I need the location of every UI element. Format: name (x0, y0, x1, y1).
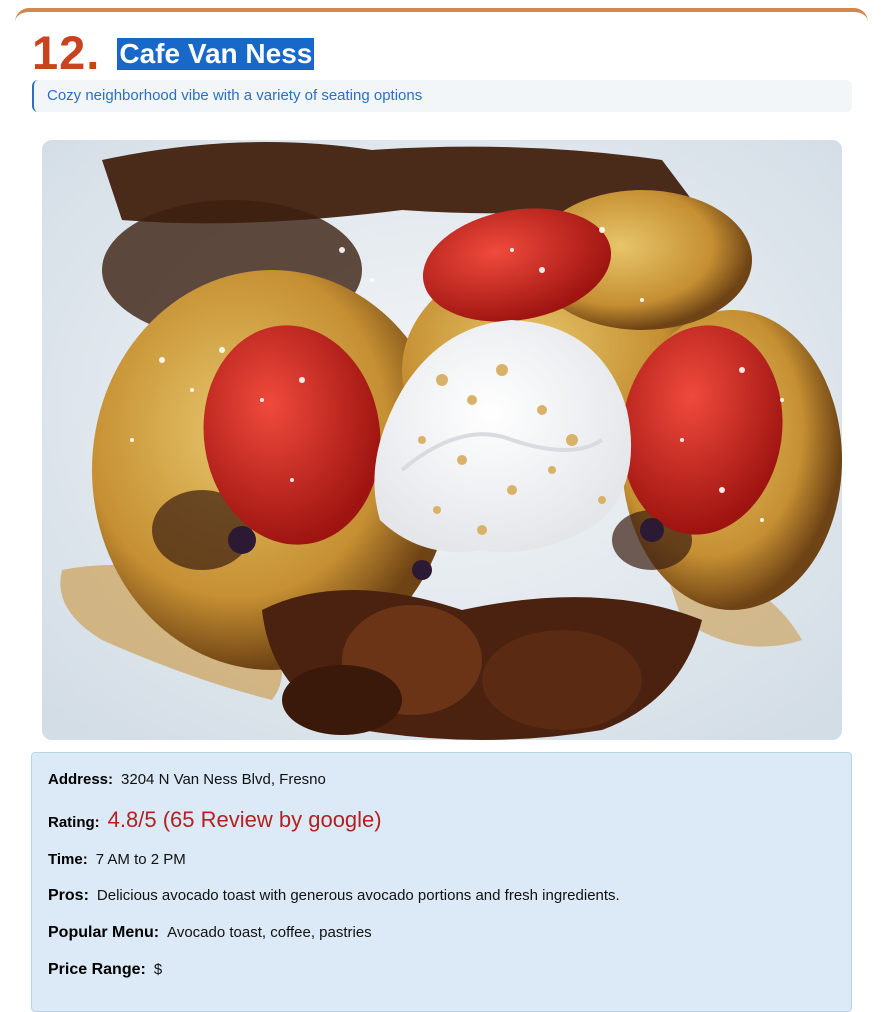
popular-menu-row: Popular Menu: Avocado toast, coffee, pas… (48, 924, 372, 942)
address-label: Address: (48, 771, 114, 788)
pros-value: Delicious avocado toast with generous av… (96, 887, 620, 904)
subtitle-quote: Cozy neighborhood vibe with a variety of… (32, 80, 852, 112)
price-range-value: $ (153, 961, 163, 978)
popular-menu-value: Avocado toast, coffee, pastries (167, 924, 372, 941)
popular-menu-label: Popular Menu: (48, 924, 160, 941)
pros-label: Pros: (48, 887, 89, 904)
rank-number: 12. (32, 26, 101, 79)
food-photo (42, 140, 842, 740)
time-value: 7 AM to 2 PM (95, 851, 186, 868)
address-row: Address: 3204 N Van Ness Blvd, Fresno (48, 771, 326, 788)
pros-row: Pros: Delicious avocado toast with gener… (48, 887, 620, 905)
time-row: Time: 7 AM to 2 PM (48, 851, 186, 868)
restaurant-name[interactable]: Cafe Van Ness (117, 38, 315, 70)
rating-label: Rating: (48, 814, 100, 831)
address-value: 3204 N Van Ness Blvd, Fresno (121, 771, 326, 788)
french-toast-image (42, 140, 842, 740)
rating-row: Rating: 4.8/5 (65 Review by google) (48, 807, 382, 833)
rating-value: 4.8/5 (65 Review by google) (107, 807, 382, 832)
time-label: Time: (48, 851, 88, 868)
listing-title: 12. Cafe Van Ness (32, 26, 315, 79)
price-range-label: Price Range: (48, 961, 146, 978)
restaurant-details: Address: 3204 N Van Ness Blvd, Fresno Ra… (31, 752, 852, 1012)
price-range-row: Price Range: $ (48, 961, 162, 979)
